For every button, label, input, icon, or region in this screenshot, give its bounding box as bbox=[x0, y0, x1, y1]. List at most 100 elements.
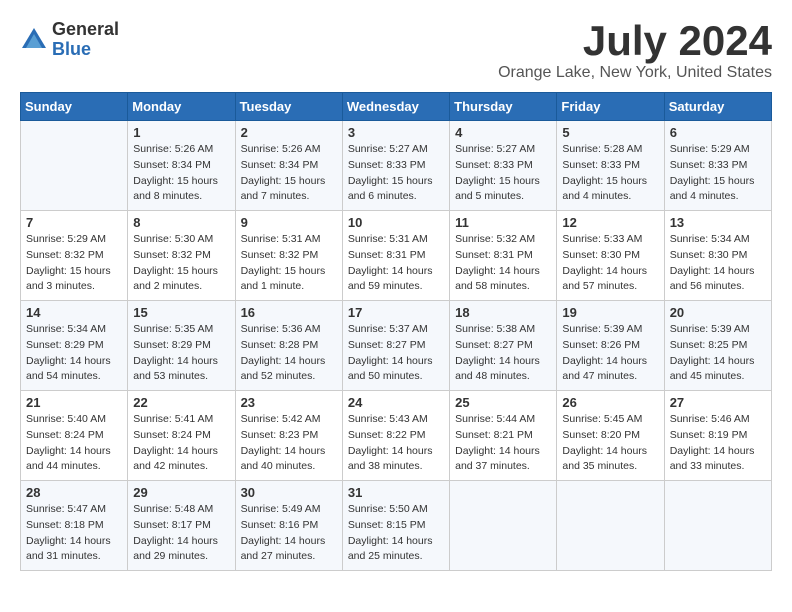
calendar-week-4: 21Sunrise: 5:40 AM Sunset: 8:24 PM Dayli… bbox=[21, 391, 772, 481]
location: Orange Lake, New York, United States bbox=[498, 64, 772, 82]
logo-icon bbox=[20, 26, 48, 54]
day-number: 17 bbox=[348, 305, 444, 320]
calendar-cell: 23Sunrise: 5:42 AM Sunset: 8:23 PM Dayli… bbox=[235, 391, 342, 481]
day-info: Sunrise: 5:28 AM Sunset: 8:33 PM Dayligh… bbox=[562, 142, 658, 205]
logo-text: General Blue bbox=[52, 20, 119, 60]
header-thursday: Thursday bbox=[450, 93, 557, 121]
day-number: 21 bbox=[26, 395, 122, 410]
calendar-cell: 12 Sunrise: 5:33 AM Sunset: 8:30 PM Dayli… bbox=[557, 211, 664, 301]
day-number: 31 bbox=[348, 485, 444, 500]
day-info: Sunrise: 5:48 AM Sunset: 8:17 PM Dayligh… bbox=[133, 502, 229, 565]
calendar-cell bbox=[557, 481, 664, 571]
day-number: 9 bbox=[241, 215, 337, 230]
day-number: 12 bbox=[562, 215, 658, 230]
day-number: 24 bbox=[348, 395, 444, 410]
calendar-cell: 18 Sunrise: 5:38 AM Sunset: 8:27 PM Dayli… bbox=[450, 301, 557, 391]
day-number: 4 bbox=[455, 125, 551, 140]
logo-blue: Blue bbox=[52, 40, 119, 60]
calendar-cell: 21Sunrise: 5:40 AM Sunset: 8:24 PM Dayli… bbox=[21, 391, 128, 481]
calendar-week-5: 28 Sunrise: 5:47 AM Sunset: 8:18 PM Dayli… bbox=[21, 481, 772, 571]
month-title: July 2024 bbox=[498, 20, 772, 62]
calendar-cell bbox=[450, 481, 557, 571]
day-number: 6 bbox=[670, 125, 766, 140]
day-number: 30 bbox=[241, 485, 337, 500]
day-number: 8 bbox=[133, 215, 229, 230]
calendar-cell: 31 Sunrise: 5:50 AM Sunset: 8:15 PM Dayli… bbox=[342, 481, 449, 571]
header-tuesday: Tuesday bbox=[235, 93, 342, 121]
day-number: 28 bbox=[26, 485, 122, 500]
calendar-cell: 27Sunrise: 5:46 AM Sunset: 8:19 PM Dayli… bbox=[664, 391, 771, 481]
calendar-cell: 2Sunrise: 5:26 AM Sunset: 8:34 PM Daylig… bbox=[235, 121, 342, 211]
calendar-cell: 25Sunrise: 5:44 AM Sunset: 8:21 PM Dayli… bbox=[450, 391, 557, 481]
calendar-cell: 11 Sunrise: 5:32 AM Sunset: 8:31 PM Dayli… bbox=[450, 211, 557, 301]
day-info: Sunrise: 5:43 AM Sunset: 8:22 PM Dayligh… bbox=[348, 412, 444, 475]
day-number: 22 bbox=[133, 395, 229, 410]
calendar-cell: 9 Sunrise: 5:31 AM Sunset: 8:32 PM Daylig… bbox=[235, 211, 342, 301]
calendar-cell bbox=[664, 481, 771, 571]
day-number: 7 bbox=[26, 215, 122, 230]
calendar-cell: 14Sunrise: 5:34 AM Sunset: 8:29 PM Dayli… bbox=[21, 301, 128, 391]
header-sunday: Sunday bbox=[21, 93, 128, 121]
calendar-week-2: 7 Sunrise: 5:29 AM Sunset: 8:32 PM Daylig… bbox=[21, 211, 772, 301]
day-number: 26 bbox=[562, 395, 658, 410]
day-info: Sunrise: 5:42 AM Sunset: 8:23 PM Dayligh… bbox=[241, 412, 337, 475]
day-number: 29 bbox=[133, 485, 229, 500]
day-number: 13 bbox=[670, 215, 766, 230]
day-number: 3 bbox=[348, 125, 444, 140]
calendar-cell bbox=[21, 121, 128, 211]
calendar-cell: 30 Sunrise: 5:49 AM Sunset: 8:16 PM Dayli… bbox=[235, 481, 342, 571]
calendar-cell: 19Sunrise: 5:39 AM Sunset: 8:26 PM Dayli… bbox=[557, 301, 664, 391]
calendar-header-row: SundayMondayTuesdayWednesdayThursdayFrid… bbox=[21, 93, 772, 121]
day-info: Sunrise: 5:29 AM Sunset: 8:32 PM Dayligh… bbox=[26, 232, 122, 295]
calendar-cell: 15 Sunrise: 5:35 AM Sunset: 8:29 PM Dayli… bbox=[128, 301, 235, 391]
calendar-week-3: 14Sunrise: 5:34 AM Sunset: 8:29 PM Dayli… bbox=[21, 301, 772, 391]
day-info: Sunrise: 5:29 AM Sunset: 8:33 PM Dayligh… bbox=[670, 142, 766, 205]
header-wednesday: Wednesday bbox=[342, 93, 449, 121]
day-info: Sunrise: 5:35 AM Sunset: 8:29 PM Dayligh… bbox=[133, 322, 229, 385]
day-number: 11 bbox=[455, 215, 551, 230]
logo-general: General bbox=[52, 20, 119, 40]
day-info: Sunrise: 5:38 AM Sunset: 8:27 PM Dayligh… bbox=[455, 322, 551, 385]
calendar-cell: 22Sunrise: 5:41 AM Sunset: 8:24 PM Dayli… bbox=[128, 391, 235, 481]
calendar-cell: 20 Sunrise: 5:39 AM Sunset: 8:25 PM Dayli… bbox=[664, 301, 771, 391]
day-number: 16 bbox=[241, 305, 337, 320]
calendar-cell: 28 Sunrise: 5:47 AM Sunset: 8:18 PM Dayli… bbox=[21, 481, 128, 571]
calendar-cell: 3Sunrise: 5:27 AM Sunset: 8:33 PM Daylig… bbox=[342, 121, 449, 211]
day-info: Sunrise: 5:49 AM Sunset: 8:16 PM Dayligh… bbox=[241, 502, 337, 565]
day-info: Sunrise: 5:39 AM Sunset: 8:25 PM Dayligh… bbox=[670, 322, 766, 385]
title-block: July 2024 Orange Lake, New York, United … bbox=[498, 20, 772, 82]
day-info: Sunrise: 5:39 AM Sunset: 8:26 PM Dayligh… bbox=[562, 322, 658, 385]
day-info: Sunrise: 5:47 AM Sunset: 8:18 PM Dayligh… bbox=[26, 502, 122, 565]
day-number: 27 bbox=[670, 395, 766, 410]
day-number: 18 bbox=[455, 305, 551, 320]
header-friday: Friday bbox=[557, 93, 664, 121]
day-info: Sunrise: 5:26 AM Sunset: 8:34 PM Dayligh… bbox=[133, 142, 229, 205]
day-info: Sunrise: 5:30 AM Sunset: 8:32 PM Dayligh… bbox=[133, 232, 229, 295]
logo: General Blue bbox=[20, 20, 119, 60]
calendar-cell: 7 Sunrise: 5:29 AM Sunset: 8:32 PM Daylig… bbox=[21, 211, 128, 301]
page-header: General Blue July 2024 Orange Lake, New … bbox=[20, 20, 772, 82]
day-info: Sunrise: 5:31 AM Sunset: 8:32 PM Dayligh… bbox=[241, 232, 337, 295]
calendar-table: SundayMondayTuesdayWednesdayThursdayFrid… bbox=[20, 92, 772, 571]
day-number: 25 bbox=[455, 395, 551, 410]
calendar-cell: 26 Sunrise: 5:45 AM Sunset: 8:20 PM Dayli… bbox=[557, 391, 664, 481]
calendar-cell: 17 Sunrise: 5:37 AM Sunset: 8:27 PM Dayli… bbox=[342, 301, 449, 391]
day-number: 15 bbox=[133, 305, 229, 320]
calendar-cell: 6 Sunrise: 5:29 AM Sunset: 8:33 PM Daylig… bbox=[664, 121, 771, 211]
day-info: Sunrise: 5:36 AM Sunset: 8:28 PM Dayligh… bbox=[241, 322, 337, 385]
header-monday: Monday bbox=[128, 93, 235, 121]
calendar-cell: 5Sunrise: 5:28 AM Sunset: 8:33 PM Daylig… bbox=[557, 121, 664, 211]
day-info: Sunrise: 5:33 AM Sunset: 8:30 PM Dayligh… bbox=[562, 232, 658, 295]
calendar-cell: 29 Sunrise: 5:48 AM Sunset: 8:17 PM Dayli… bbox=[128, 481, 235, 571]
day-info: Sunrise: 5:45 AM Sunset: 8:20 PM Dayligh… bbox=[562, 412, 658, 475]
calendar-cell: 16 Sunrise: 5:36 AM Sunset: 8:28 PM Dayli… bbox=[235, 301, 342, 391]
day-info: Sunrise: 5:31 AM Sunset: 8:31 PM Dayligh… bbox=[348, 232, 444, 295]
calendar-week-1: 1Sunrise: 5:26 AM Sunset: 8:34 PM Daylig… bbox=[21, 121, 772, 211]
day-info: Sunrise: 5:50 AM Sunset: 8:15 PM Dayligh… bbox=[348, 502, 444, 565]
day-number: 2 bbox=[241, 125, 337, 140]
day-info: Sunrise: 5:37 AM Sunset: 8:27 PM Dayligh… bbox=[348, 322, 444, 385]
calendar-cell: 10Sunrise: 5:31 AM Sunset: 8:31 PM Dayli… bbox=[342, 211, 449, 301]
calendar-cell: 24 Sunrise: 5:43 AM Sunset: 8:22 PM Dayli… bbox=[342, 391, 449, 481]
day-info: Sunrise: 5:32 AM Sunset: 8:31 PM Dayligh… bbox=[455, 232, 551, 295]
day-number: 20 bbox=[670, 305, 766, 320]
